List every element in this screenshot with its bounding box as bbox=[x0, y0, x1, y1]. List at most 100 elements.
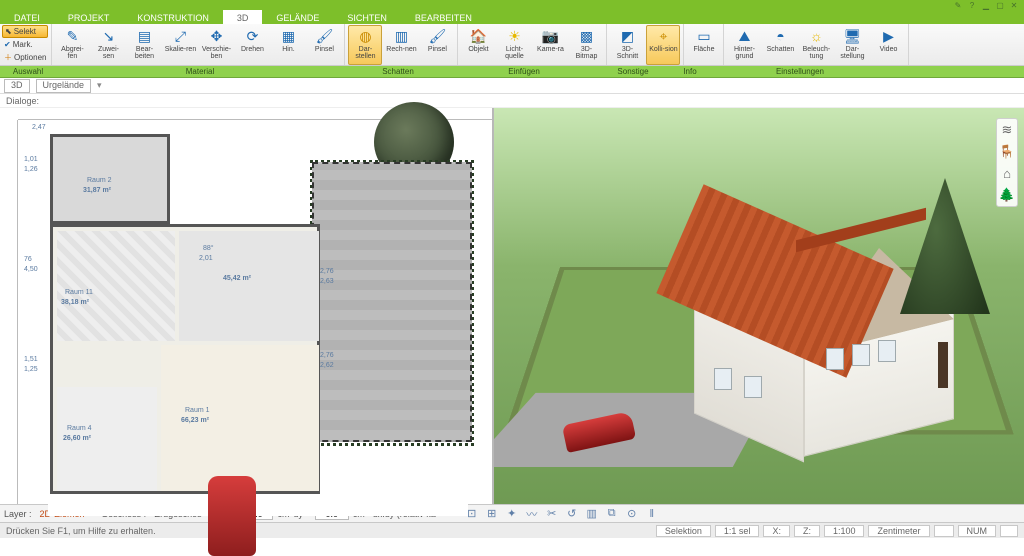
objekt-button[interactable]: 🏠Objekt bbox=[461, 25, 495, 65]
tab-sichten[interactable]: SICHTEN bbox=[333, 10, 401, 24]
ribbon-tabbar: DATEI PROJEKT KONSTRUKTION 3D GELÄNDE SI… bbox=[0, 10, 1024, 24]
tab-konstruktion[interactable]: KONSTRUKTION bbox=[123, 10, 223, 24]
furniture-icon[interactable]: 🪑 bbox=[999, 144, 1015, 160]
dim-262: 2,62 bbox=[320, 362, 334, 369]
abgreifen-label: Abgrei-fen bbox=[56, 46, 88, 60]
tab-gelaende[interactable]: GELÄNDE bbox=[262, 10, 333, 24]
tool-icon-9[interactable]: ⧉ bbox=[604, 507, 620, 520]
abgreifen-button[interactable]: ✎Abgrei-fen bbox=[55, 25, 89, 65]
beleuchtung-label: Beleuch-tung bbox=[800, 46, 832, 60]
status-bar: Drücken Sie F1, um Hilfe zu erhalten. Se… bbox=[0, 522, 1024, 538]
hin-icon: ▦ bbox=[279, 27, 297, 45]
skalieren-button[interactable]: ⤢Skalie-ren bbox=[163, 25, 197, 65]
angle-88: 88° bbox=[203, 245, 214, 252]
select-button[interactable]: ⬉ Selekt bbox=[2, 25, 48, 38]
verschieben-label: Verschie-ben bbox=[200, 46, 232, 60]
help-icon[interactable]: ? bbox=[966, 1, 978, 9]
darstellen-button[interactable]: ◍Dar-stellen bbox=[348, 25, 382, 65]
bitmap3d-button[interactable]: ▩3D-Bitmap bbox=[569, 25, 603, 65]
background-icon: ⛰ bbox=[735, 27, 753, 45]
layers-icon[interactable]: ≋ bbox=[1002, 122, 1013, 138]
flaeche-button[interactable]: ▭Fläche bbox=[687, 25, 720, 65]
darstellung-label: Dar-stellung bbox=[836, 46, 868, 60]
car-2d bbox=[208, 476, 256, 556]
beleuchtung-button[interactable]: ☼Beleuch-tung bbox=[799, 25, 833, 65]
section-icon: ◩ bbox=[618, 27, 636, 45]
dialoge-row: Dialoge: bbox=[0, 94, 1024, 108]
tool-icon-6[interactable]: ✂ bbox=[544, 507, 560, 520]
bearbeiten-button[interactable]: ▤Bear-beiten bbox=[127, 25, 161, 65]
view-2d[interactable]: Raum 2 31,87 m² Raum 11 38,18 m² 45,42 m… bbox=[0, 108, 494, 504]
house-icon[interactable]: ⌂ bbox=[1003, 166, 1011, 181]
ribbon-group-material: Material bbox=[56, 66, 344, 77]
tool-icon-3[interactable]: ⊞ bbox=[484, 507, 500, 520]
dim-201: 2,01 bbox=[199, 255, 213, 262]
status-num: NUM bbox=[958, 525, 997, 537]
scale-icon: ⤢ bbox=[171, 27, 189, 45]
pinsel-button[interactable]: 🖌Pinsel bbox=[307, 25, 341, 65]
verschieben-button[interactable]: ✥Verschie-ben bbox=[199, 25, 233, 65]
tool-icon-4[interactable]: ✦ bbox=[504, 507, 520, 520]
schnitt3d-button[interactable]: ◩3D-Schnitt bbox=[610, 25, 644, 65]
mode-select[interactable]: 3D bbox=[4, 79, 30, 93]
hintergrund-button[interactable]: ⛰Hinter-grund bbox=[727, 25, 761, 65]
room1-area: 66,23 m² bbox=[181, 417, 209, 424]
cursor-icon: ⬉ bbox=[5, 27, 12, 36]
darstellung-button[interactable]: 🖥Dar-stellung bbox=[835, 25, 869, 65]
edit-icon: ▤ bbox=[135, 27, 153, 45]
tool-icon-10[interactable]: ⊙ bbox=[624, 507, 640, 520]
tab-projekt[interactable]: PROJEKT bbox=[54, 10, 124, 24]
kollision-label: Kolli-sion bbox=[649, 46, 677, 53]
dining-area: 45,42 m² bbox=[223, 275, 251, 282]
pinsel2-button[interactable]: 🖌Pinsel bbox=[420, 25, 454, 65]
tab-3d[interactable]: 3D bbox=[223, 10, 263, 24]
rotate-icon: ⟳ bbox=[243, 27, 261, 45]
zuweisen-label: Zuwei-sen bbox=[92, 46, 124, 60]
kamera-button[interactable]: 📷Kame-ra bbox=[533, 25, 567, 65]
plus-icon: ＋ bbox=[4, 52, 12, 63]
tool-icon-8[interactable]: ▥ bbox=[584, 507, 600, 520]
video-label: Video bbox=[880, 46, 898, 53]
rechnen-button[interactable]: ▥Rech-nen bbox=[384, 25, 418, 65]
dim-76: 76 bbox=[24, 256, 32, 263]
objekt-label: Objekt bbox=[468, 46, 488, 53]
status-scale-sel: 1:1 sel bbox=[715, 525, 760, 537]
tool-icon-7[interactable]: ↺ bbox=[564, 507, 580, 520]
mark-button[interactable]: ✔ Mark. bbox=[2, 38, 48, 51]
video-button[interactable]: ▶Video bbox=[871, 25, 905, 65]
skalieren-label: Skalie-ren bbox=[165, 46, 197, 53]
ribbon-group-einfuegen: Einfügen bbox=[452, 66, 596, 77]
minimize-icon[interactable]: ▁ bbox=[980, 1, 992, 9]
shadow-icon: ◓ bbox=[771, 27, 789, 45]
hin-button[interactable]: ▦Hin. bbox=[271, 25, 305, 65]
select-label: Selekt bbox=[14, 27, 36, 36]
tool-icon-11[interactable]: ‖ bbox=[644, 508, 660, 520]
dining-room bbox=[179, 231, 319, 341]
pencil-icon[interactable]: ✎ bbox=[952, 1, 964, 9]
tab-bearbeiten[interactable]: BEARBEITEN bbox=[401, 10, 486, 24]
options-button[interactable]: ＋ Optionen bbox=[2, 51, 48, 64]
terrace bbox=[312, 162, 472, 442]
bearbeiten-label: Bear-beiten bbox=[128, 46, 160, 60]
tree-icon[interactable]: 🌲 bbox=[999, 187, 1015, 203]
lighting-icon: ☼ bbox=[807, 27, 825, 45]
surface-select[interactable]: Urgelände bbox=[36, 79, 92, 93]
drehen-button[interactable]: ⟳Drehen bbox=[235, 25, 269, 65]
dialoge-label: Dialoge: bbox=[6, 96, 39, 106]
room11-area: 38,18 m² bbox=[61, 299, 89, 306]
schatten-button[interactable]: ◓Schatten bbox=[763, 25, 797, 65]
move-icon: ✥ bbox=[207, 27, 225, 45]
tool-icon-5[interactable]: 〰 bbox=[524, 506, 540, 522]
canvas-2d[interactable]: Raum 2 31,87 m² Raum 11 38,18 m² 45,42 m… bbox=[18, 120, 492, 504]
display-icon: 🖥 bbox=[843, 27, 861, 45]
area-icon: ▭ bbox=[695, 27, 713, 45]
close-icon[interactable]: ✕ bbox=[1008, 1, 1020, 9]
object-icon: 🏠 bbox=[469, 27, 487, 45]
maximize-icon[interactable]: ▢ bbox=[994, 1, 1006, 9]
kollision-button[interactable]: ⌖Kolli-sion bbox=[646, 25, 680, 65]
mark-label: Mark. bbox=[13, 40, 33, 49]
tab-datei[interactable]: DATEI bbox=[0, 10, 54, 24]
lichtquelle-button[interactable]: ☀Licht-quelle bbox=[497, 25, 531, 65]
zuweisen-button[interactable]: ↘Zuwei-sen bbox=[91, 25, 125, 65]
view-3d[interactable]: ≋ 🪑 ⌂ 🌲 bbox=[494, 108, 1024, 504]
